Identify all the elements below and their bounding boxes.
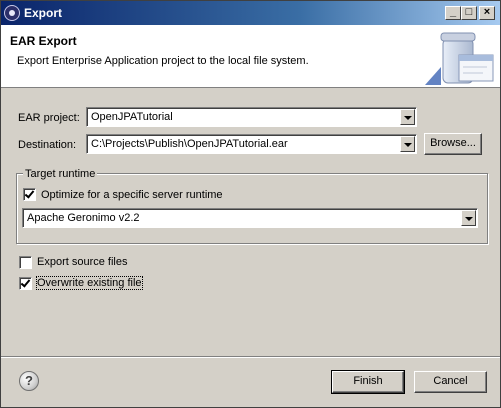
ear-project-combo[interactable]: OpenJPATutorial xyxy=(86,107,417,127)
destination-value: C:\Projects\Publish\OpenJPATutorial.ear xyxy=(91,138,288,150)
window-title: Export xyxy=(24,6,63,20)
ear-project-value: OpenJPATutorial xyxy=(91,111,173,123)
optimize-runtime-checkbox[interactable] xyxy=(23,188,36,201)
chevron-down-icon[interactable] xyxy=(400,109,415,125)
maximize-button[interactable]: □ xyxy=(461,6,477,20)
export-source-checkbox[interactable] xyxy=(19,256,32,269)
destination-label: Destination: xyxy=(18,139,77,151)
close-button[interactable]: × xyxy=(479,6,495,20)
ear-project-label: EAR project: xyxy=(18,112,80,124)
overwrite-label[interactable]: Overwrite existing file xyxy=(36,276,143,290)
overwrite-checkbox[interactable] xyxy=(19,277,32,290)
wizard-header: EAR Export Export Enterprise Application… xyxy=(1,25,500,88)
wizard-description: Export Enterprise Application project to… xyxy=(17,55,309,67)
export-source-label[interactable]: Export source files xyxy=(37,256,127,268)
destination-combo[interactable]: C:\Projects\Publish\OpenJPATutorial.ear xyxy=(86,134,417,154)
optimize-runtime-label[interactable]: Optimize for a specific server runtime xyxy=(41,189,223,201)
export-wizard-icon xyxy=(425,32,494,85)
browse-button[interactable]: Browse... xyxy=(424,133,482,155)
chevron-down-icon[interactable] xyxy=(400,136,415,152)
chevron-down-icon[interactable] xyxy=(461,210,476,226)
runtime-combo[interactable]: Apache Geronimo v2.2 xyxy=(22,208,478,228)
footer-divider xyxy=(1,356,500,358)
question-icon[interactable]: ? xyxy=(19,371,39,391)
wizard-title: EAR Export xyxy=(10,34,77,48)
minimize-button[interactable]: _ xyxy=(445,6,461,20)
finish-button[interactable]: Finish xyxy=(331,370,405,394)
cancel-button[interactable]: Cancel xyxy=(414,371,487,393)
title-bar[interactable]: Export _ □ × xyxy=(1,1,500,25)
target-runtime-label: Target runtime xyxy=(23,168,98,180)
runtime-value: Apache Geronimo v2.2 xyxy=(27,212,140,224)
eclipse-icon xyxy=(4,5,20,21)
export-dialog: Export _ □ × EAR Export Export Enterpris… xyxy=(0,0,501,408)
